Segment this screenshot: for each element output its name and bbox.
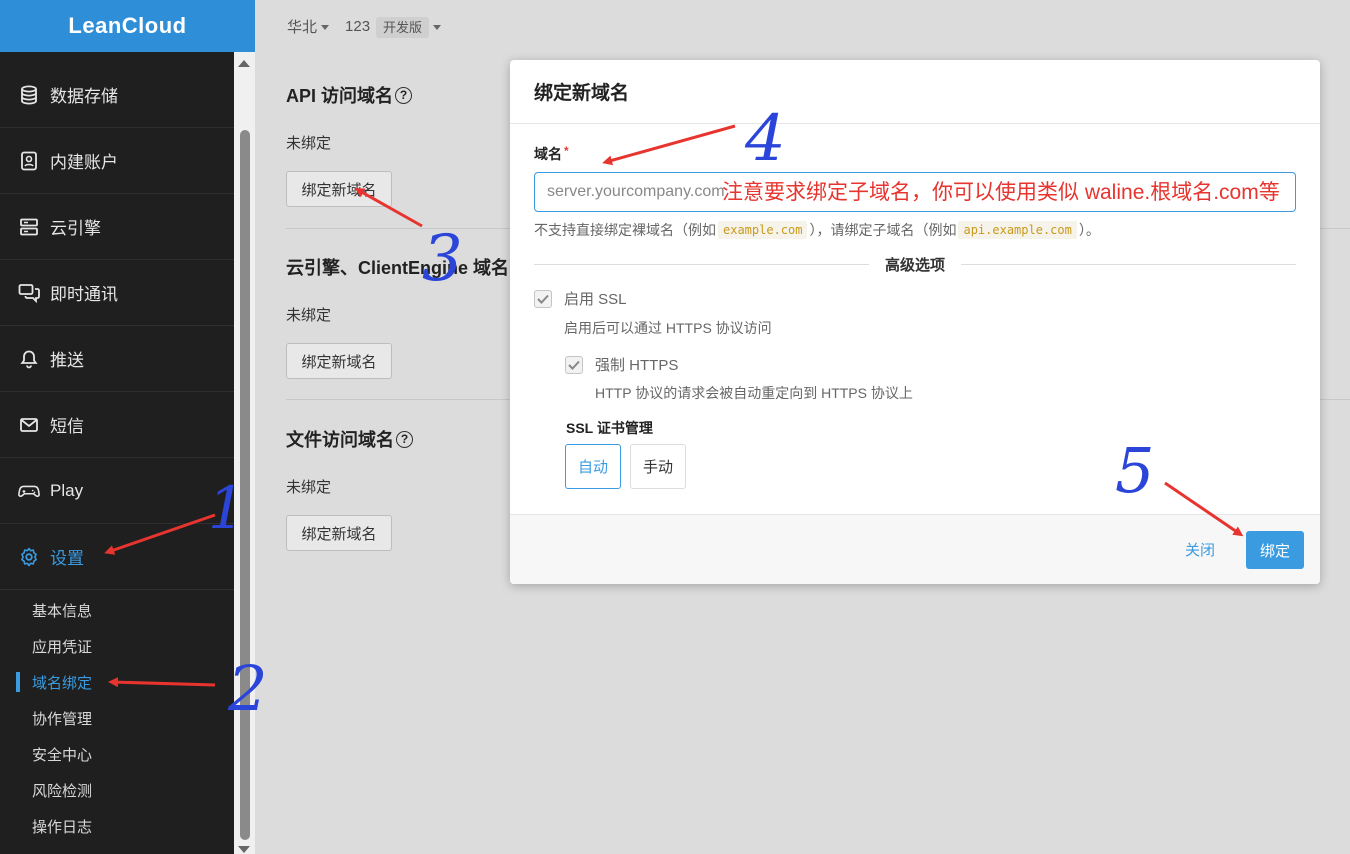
bind-domain-modal: 绑定新域名 域名* 不支持直接绑定裸域名（例如 example.com ），请绑… (510, 60, 1320, 584)
region-label: 华北 (287, 18, 318, 36)
settings-submenu: 基本信息 应用凭证 域名绑定 协作管理 安全中心 风险检测 操作日志 (0, 592, 234, 844)
submenu-item-basic-info[interactable]: 基本信息 (0, 592, 234, 628)
enable-ssl-checkbox[interactable] (534, 289, 552, 308)
server-icon (18, 216, 40, 238)
bind-new-domain-button[interactable]: 绑定新域名 (286, 343, 392, 379)
enable-ssl-checkbox-row[interactable]: 启用 SSL (534, 288, 627, 309)
submenu-item-security-center[interactable]: 安全中心 (0, 736, 234, 772)
domain-field-label-text: 域名 (534, 146, 562, 162)
submenu-item-app-keys[interactable]: 应用凭证 (0, 628, 234, 664)
check-icon (537, 294, 549, 304)
sidebar-item-settings[interactable]: 设置 (0, 524, 234, 590)
database-icon (18, 84, 40, 106)
chat-icon (18, 282, 40, 304)
required-mark: * (564, 144, 569, 158)
id-card-icon (18, 150, 40, 172)
domain-hint: 不支持直接绑定裸域名（例如 example.com ），请绑定子域名（例如 ap… (534, 220, 1100, 240)
app-selector[interactable]: 开发版 (376, 16, 442, 38)
check-icon (568, 360, 580, 370)
plan-badge: 开发版 (376, 16, 430, 38)
hint-code: api.example.com (958, 221, 1077, 239)
cert-manual-button[interactable]: 手动 (630, 444, 686, 489)
app-name[interactable]: 123 (345, 18, 370, 35)
sidebar-item-builtin-accounts[interactable]: 内建账户 (0, 128, 234, 194)
sidebar-item-cloud-engine[interactable]: 云引擎 (0, 194, 234, 260)
domain-field-label: 域名 * (534, 144, 569, 164)
ssl-hint: 启用后可以通过 HTTPS 协议访问 (564, 320, 772, 336)
sidebar-item-label: 推送 (50, 351, 84, 370)
force-https-hint: HTTP 协议的请求会被自动重定向到 HTTPS 协议上 (595, 385, 913, 401)
force-https-checkbox[interactable] (565, 355, 583, 374)
sidebar-item-label: 云引擎 (50, 219, 101, 238)
sidebar-item-label: 设置 (50, 549, 84, 568)
hint-text: ）。 (1078, 222, 1100, 238)
chevron-down-icon (321, 25, 330, 31)
submenu-item-collaboration[interactable]: 协作管理 (0, 700, 234, 736)
sidebar-item-sms[interactable]: 短信 (0, 392, 234, 458)
sidebar-item-push[interactable]: 推送 (0, 326, 234, 392)
region-selector[interactable]: 华北 (287, 16, 330, 37)
sidebar-item-play[interactable]: Play (0, 458, 234, 524)
submenu-item-domain-binding[interactable]: 域名绑定 (0, 664, 234, 700)
section-title-text: API 访问域名 (286, 86, 394, 106)
sidebar-item-instant-messaging[interactable]: 即时通讯 (0, 260, 234, 326)
submenu-item-risk-detection[interactable]: 风险检测 (0, 772, 234, 808)
hint-text: ），请绑定子域名（例如 (809, 222, 957, 238)
gamepad-icon (18, 480, 40, 502)
bind-new-domain-button[interactable]: 绑定新域名 (286, 515, 392, 551)
sidebar-scroll-thumb[interactable] (240, 130, 250, 840)
force-https-label: 强制 HTTPS (595, 357, 679, 374)
mail-icon (18, 414, 40, 436)
chevron-down-icon (433, 25, 442, 31)
logo[interactable]: LeanCloud (0, 0, 255, 52)
modal-title: 绑定新域名 (510, 60, 1320, 124)
divider-line (534, 263, 869, 265)
scroll-up-arrow[interactable] (238, 60, 250, 67)
sidebar-nav: 数据存储 内建账户 云引擎 即时通讯 推送 短信 Play 设置 (0, 62, 234, 590)
annotation-note: 注意要求绑定子域名，你可以使用类似 waline.根域名.com等 (722, 181, 1280, 204)
hint-text: 不支持直接绑定裸域名（例如 (534, 222, 716, 238)
cert-auto-button[interactable]: 自动 (565, 444, 621, 489)
modal-footer: 关闭 绑定 (510, 514, 1320, 584)
close-button[interactable]: 关闭 (1185, 539, 1215, 560)
sidebar-item-label: 数据存储 (50, 87, 118, 106)
sidebar-item-data-storage[interactable]: 数据存储 (0, 62, 234, 128)
sidebar-item-label: 内建账户 (50, 153, 118, 172)
help-icon[interactable]: ? (395, 86, 413, 104)
bell-icon (18, 348, 40, 370)
help-icon[interactable]: ? (396, 430, 413, 448)
gear-icon (18, 546, 40, 568)
sidebar-item-label: Play (50, 480, 84, 500)
advanced-options-divider: 高级选项 (534, 254, 1297, 274)
advanced-options-label: 高级选项 (885, 256, 946, 274)
divider-line (961, 263, 1297, 265)
bind-new-domain-button[interactable]: 绑定新域名 (286, 171, 392, 207)
sidebar-item-label: 即时通讯 (50, 285, 118, 304)
submenu-item-operation-log[interactable]: 操作日志 (0, 808, 234, 844)
section-title-text: 文件访问域名 (286, 430, 394, 450)
scroll-down-arrow[interactable] (238, 846, 250, 853)
hint-code: example.com (718, 221, 808, 239)
bind-confirm-button[interactable]: 绑定 (1246, 531, 1304, 569)
ssl-cert-title: SSL 证书管理 (566, 420, 653, 436)
force-https-checkbox-row[interactable]: 强制 HTTPS (565, 354, 678, 375)
sidebar-item-label: 短信 (50, 417, 84, 436)
enable-ssl-label: 启用 SSL (564, 291, 627, 308)
top-bar: 华北 123 开发版 (255, 0, 1350, 52)
sidebar: LeanCloud 数据存储 内建账户 云引擎 即时通讯 推送 短信 Play … (0, 0, 255, 854)
